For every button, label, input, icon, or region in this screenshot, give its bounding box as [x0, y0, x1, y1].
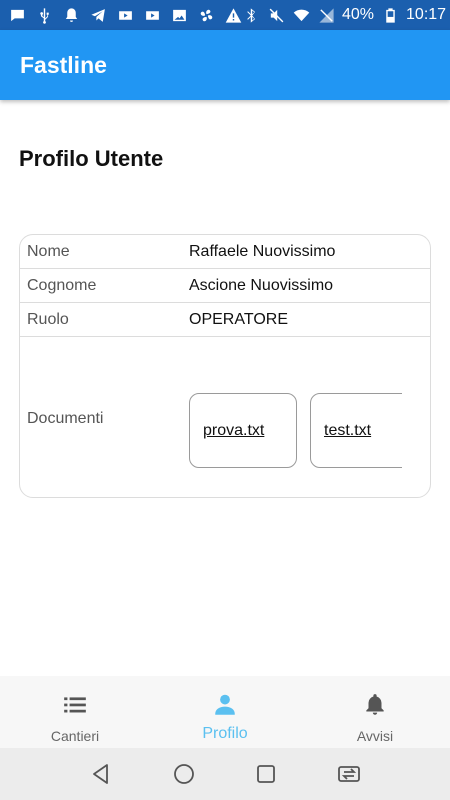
document-chip[interactable]: test.txt — [310, 393, 402, 468]
back-triangle-icon — [93, 764, 109, 784]
recents-square-icon — [257, 765, 276, 783]
system-status: 40% 10:17 — [242, 6, 446, 24]
nav-item-avvisi[interactable]: Avvisi — [300, 676, 450, 748]
home-button[interactable] — [169, 759, 199, 789]
image-icon — [170, 6, 188, 24]
telegram-icon — [89, 6, 107, 24]
notification-bell-icon — [62, 6, 80, 24]
document-link[interactable]: test.txt — [324, 422, 371, 440]
row-value: Ascione Nuovissimo — [189, 276, 334, 294]
nav-label: Profilo — [202, 725, 248, 742]
person-icon — [212, 692, 238, 723]
row-value: Raffaele Nuovissimo — [189, 242, 336, 260]
recents-button[interactable] — [251, 759, 281, 789]
switch-app-button[interactable] — [334, 759, 364, 789]
bluetooth-icon — [242, 6, 260, 24]
row-label: Cognome — [27, 276, 97, 294]
profile-card: Nome Raffaele Nuovissimo Cognome Ascione… — [19, 234, 431, 498]
app-title: Fastline — [20, 51, 107, 78]
back-button[interactable] — [86, 759, 116, 789]
list-icon — [62, 692, 88, 723]
battery-percentage: 40% — [342, 6, 375, 23]
warning-icon — [224, 6, 242, 24]
app-bar: Fastline — [0, 30, 450, 100]
profile-row-nome: Nome Raffaele Nuovissimo — [20, 235, 430, 269]
no-signal-icon — [317, 6, 335, 24]
bottom-navigation: Cantieri Profilo Avvisi — [0, 676, 450, 748]
nav-item-cantieri[interactable]: Cantieri — [0, 676, 150, 748]
row-value: OPERATORE — [189, 310, 288, 328]
clock: 10:17 — [406, 6, 447, 23]
document-chip[interactable]: prova.txt — [189, 393, 297, 468]
profile-row-ruolo: Ruolo OPERATORE — [20, 303, 430, 337]
fan-icon — [197, 6, 215, 24]
mute-icon — [267, 6, 285, 24]
notification-icons — [8, 6, 242, 24]
page-title: Profilo Utente — [19, 146, 164, 171]
status-bar: 40% 10:17 — [0, 0, 450, 30]
nav-item-profilo[interactable]: Profilo — [150, 676, 300, 748]
documents-label: Documenti — [27, 410, 104, 427]
usb-icon — [35, 6, 53, 24]
documents-list[interactable]: prova.txt test.txt — [189, 393, 402, 469]
youtube-icon — [116, 6, 134, 24]
row-label: Ruolo — [27, 310, 69, 328]
youtube-icon — [143, 6, 161, 24]
document-link[interactable]: prova.txt — [203, 422, 264, 440]
system-navigation-bar — [0, 748, 450, 800]
nav-label: Avvisi — [356, 728, 394, 744]
battery-icon — [381, 6, 399, 24]
profile-row-cognome: Cognome Ascione Nuovissimo — [20, 269, 430, 303]
row-label: Nome — [27, 242, 70, 260]
profile-row-documenti: Documenti prova.txt test.txt — [20, 337, 430, 497]
home-circle-icon — [173, 764, 194, 784]
bell-icon — [362, 692, 388, 723]
chat-icon — [8, 6, 26, 24]
wifi-icon — [292, 6, 310, 24]
switch-app-icon — [337, 766, 360, 782]
nav-label: Cantieri — [50, 728, 100, 744]
